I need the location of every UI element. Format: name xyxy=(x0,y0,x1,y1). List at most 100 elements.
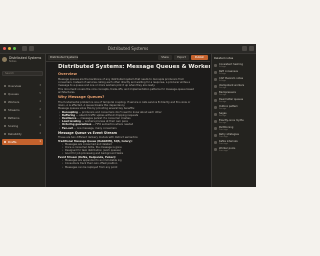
bullet-icon xyxy=(4,125,6,127)
related-note-item[interactable]: Worker pools 2mo ago xyxy=(214,147,254,153)
title-bar: Distributed Systems xyxy=(0,44,256,54)
sidebar-item-count: 5 xyxy=(39,92,41,95)
sidebar-search-input[interactable]: Search xyxy=(2,71,43,76)
note-icon xyxy=(214,64,217,67)
related-note-item[interactable]: Consistent hashing 2d ago xyxy=(214,63,254,69)
publish-button[interactable]: Publish xyxy=(191,55,208,60)
sidebar-item[interactable]: Patterns 6 xyxy=(2,115,43,121)
related-note-meta: 3w ago xyxy=(219,115,227,117)
sidebar-item[interactable]: Queues 5 xyxy=(2,91,43,97)
note-icon xyxy=(214,85,217,88)
export-button[interactable]: Export xyxy=(174,55,189,60)
note-icon xyxy=(214,106,217,109)
right-panel-heading: Related notes xyxy=(214,56,234,60)
avatar[interactable] xyxy=(2,57,7,62)
note-icon xyxy=(214,148,217,151)
document-area[interactable]: Distributed Systems: Message Queues & Wo… xyxy=(46,62,210,187)
note-icon xyxy=(214,141,217,144)
related-note-meta: 3w ago xyxy=(219,122,227,124)
sidebar-item-count: 3 xyxy=(39,124,41,127)
section-heading: Message Queue vs Event Stream xyxy=(58,130,117,135)
related-note-meta: 1w ago xyxy=(219,94,227,96)
sidebar-item-label: Drafts xyxy=(8,140,17,144)
list-item-term: Fan-out xyxy=(62,126,73,130)
sidebar-item-label: Overview xyxy=(8,84,22,88)
bullet-icon xyxy=(4,93,6,95)
list-item: Fan-out — one message, many consumers xyxy=(58,127,198,130)
sidebar-item[interactable]: Workers 4 xyxy=(2,99,43,105)
sidebar-item[interactable]: Scaling 3 xyxy=(2,123,43,129)
sidebar-header: Distributed Systems Notes xyxy=(2,56,43,70)
related-note-item[interactable]: Retry strategies 1mo ago xyxy=(214,133,254,139)
note-icon xyxy=(214,134,217,137)
sidebar-item-label: Scaling xyxy=(8,124,19,128)
bullet-icon xyxy=(4,141,6,143)
minimize-window-button[interactable] xyxy=(8,47,11,50)
sidebar-toggle-icon[interactable] xyxy=(22,46,27,51)
maximize-window-button[interactable] xyxy=(13,47,16,50)
related-note-item[interactable]: Backpressure 1w ago xyxy=(214,91,254,97)
document-title: Distributed Systems: Message Queues & Wo… xyxy=(58,64,210,70)
sidebar-item-label: Reliability xyxy=(8,132,22,136)
document: Distributed Systems: Message Queues & Wo… xyxy=(58,64,210,169)
note-icon xyxy=(214,71,217,74)
sidebar-item-count: 4 xyxy=(39,100,41,103)
related-note-item[interactable]: Sagas 3w ago xyxy=(214,112,254,118)
sidebar-item-count: 3 xyxy=(39,84,41,87)
sidebar-item-count: 2 xyxy=(39,108,41,111)
bullet-icon xyxy=(4,101,6,103)
sidebar-item-label: Workers xyxy=(8,100,20,104)
window-title: Distributed Systems xyxy=(107,46,149,51)
related-note-item[interactable]: CAP theorem notes 5d ago xyxy=(214,77,254,83)
sidebar-item[interactable]: Overview 3 xyxy=(2,83,43,89)
note-icon xyxy=(214,113,217,116)
tab-document[interactable]: Distributed Systems xyxy=(48,55,78,60)
sidebar-item[interactable]: Reliability 4 xyxy=(2,131,43,137)
related-note-meta: 3d ago xyxy=(219,73,226,75)
share-button[interactable]: Share xyxy=(158,55,172,60)
panel-toggle-icon[interactable] xyxy=(249,46,254,51)
more-icon[interactable] xyxy=(242,46,247,51)
note-icon xyxy=(214,120,217,123)
related-note-meta: 2w ago xyxy=(219,108,227,110)
related-note-meta: 2d ago xyxy=(219,66,226,68)
sidebar-item-active[interactable]: Drafts 1 xyxy=(2,139,43,145)
related-note-meta: 2mo ago xyxy=(219,150,228,152)
note-icon xyxy=(214,127,217,130)
bullet-icon xyxy=(4,133,6,135)
related-note-item[interactable]: Dead letter queues 2w ago xyxy=(214,98,254,104)
bullet-icon xyxy=(4,117,6,119)
paragraph: This document covers the core concepts, … xyxy=(58,87,195,94)
paragraph: Message queues are the backbone of any d… xyxy=(58,77,191,87)
related-note-meta: 1mo ago xyxy=(219,143,228,145)
related-note-meta: 5d ago xyxy=(219,80,226,82)
related-note-item[interactable]: Kafka internals 1mo ago xyxy=(214,140,254,146)
back-icon[interactable] xyxy=(29,46,34,51)
related-note-meta: 1mo ago xyxy=(219,136,228,138)
list-item: Messages can be replayed from any point xyxy=(58,166,198,169)
related-note-item[interactable]: Raft consensus 3d ago xyxy=(214,70,254,76)
bullet-icon xyxy=(4,85,6,87)
sidebar-item-count: 6 xyxy=(39,116,41,119)
section-heading: Why Message Queues? xyxy=(58,95,105,100)
editor-toolbar: Distributed Systems Share Export Publish xyxy=(46,54,210,62)
app-window: Distributed Systems Distributed Systems … xyxy=(0,44,256,187)
sidebar-item-count: 4 xyxy=(39,132,41,135)
workspace-subtitle: Notes xyxy=(9,60,17,63)
related-note-meta: 1w ago xyxy=(219,87,227,89)
related-note-item[interactable]: Exactly-once myths 3w ago xyxy=(214,119,254,125)
note-icon xyxy=(214,78,217,81)
list-item: Good for job processing and background t… xyxy=(58,152,198,155)
sidebar-item-label: Streams xyxy=(8,108,20,112)
related-note-item[interactable]: Outbox pattern 2w ago xyxy=(214,105,254,111)
sidebar: Distributed Systems Notes Search Overvie… xyxy=(0,54,46,187)
related-note-meta: 1mo ago xyxy=(219,129,228,131)
close-window-button[interactable] xyxy=(3,47,6,50)
paragraph: The fundamental problem is one of tempor… xyxy=(58,100,191,107)
related-note-item[interactable]: Partitioning 1mo ago xyxy=(214,126,254,132)
sidebar-item[interactable]: Streams 2 xyxy=(2,107,43,113)
sidebar-item-label: Patterns xyxy=(8,116,20,120)
sidebar-item-label: Queues xyxy=(8,92,19,96)
note-icon xyxy=(214,92,217,95)
related-note-item[interactable]: Idempotent workers 1w ago xyxy=(214,84,254,90)
